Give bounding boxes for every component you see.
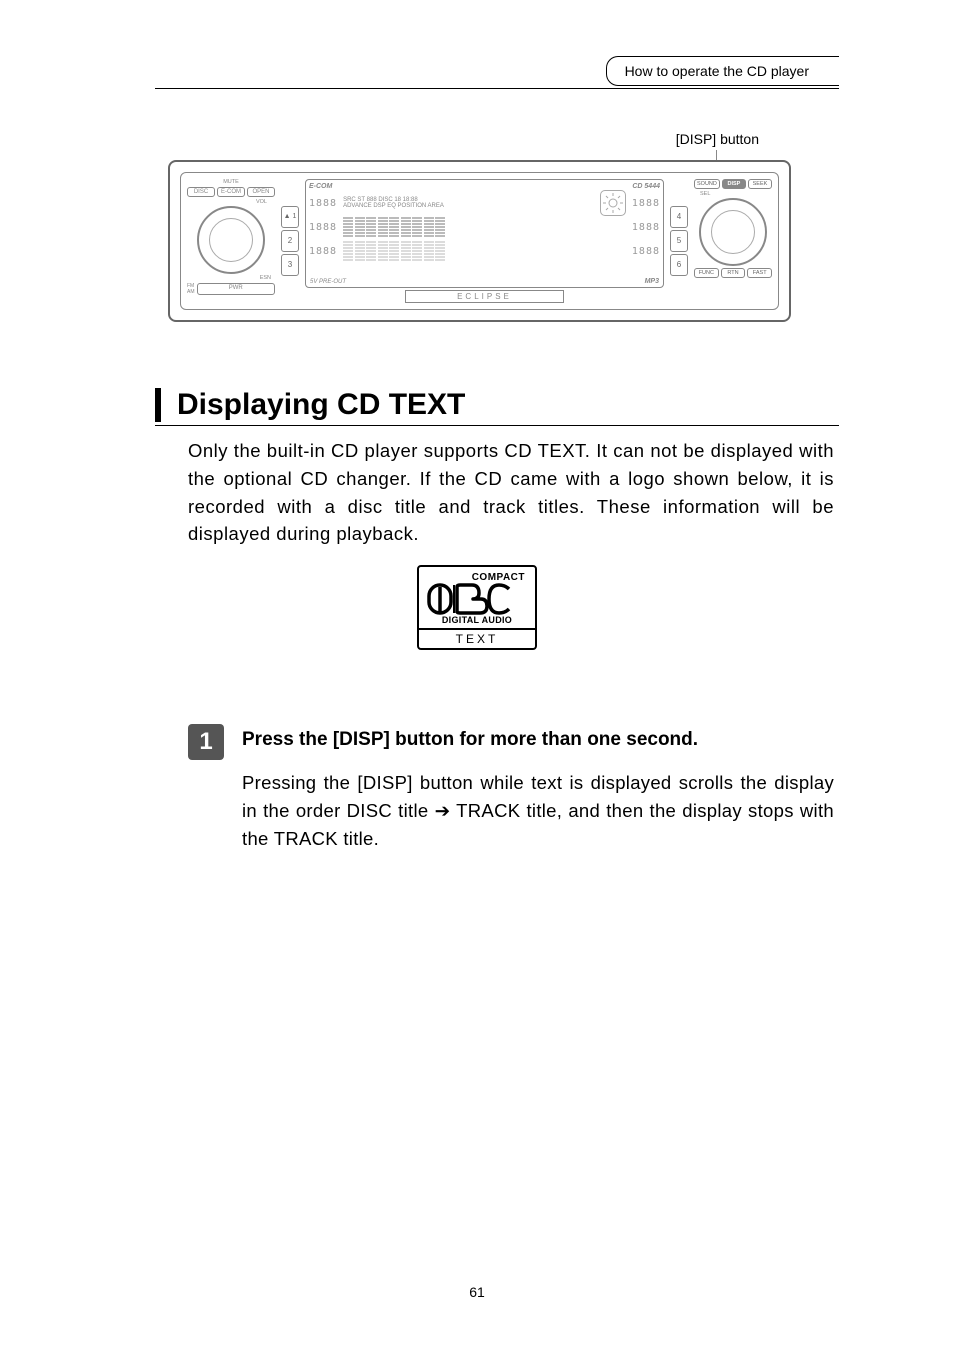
pwr-button[interactable]: PWR — [197, 283, 276, 295]
fast-button[interactable]: FAST — [747, 268, 772, 278]
digital-audio-label: DIGITAL AUDIO — [427, 615, 527, 625]
preout-label: 5V PRE-OUT — [310, 279, 346, 285]
preset-3-button[interactable]: 3 — [281, 254, 299, 276]
compact-label: COMPACT — [427, 572, 525, 583]
header-divider — [155, 88, 839, 89]
mute-label: MUTE — [187, 179, 275, 185]
lcd-row-1: 1888 SRC ST 888 DISC 18 18:88ADVANCE DSP… — [309, 192, 660, 214]
seg-1: 1888 — [309, 198, 337, 209]
left-bottom-row: FM AM PWR — [187, 283, 275, 295]
cd-text-logo: COMPACT DIGITAL AUDIO TEXT — [417, 565, 537, 650]
page-number: 61 — [469, 1284, 485, 1300]
seg-2: 1888 — [309, 222, 337, 233]
seg-4: 1888 — [632, 198, 660, 209]
device-illustration: MUTE DISC E-COM OPEN VOL ESN FM AM PWR — [168, 160, 791, 322]
brand-label: ECLIPSE — [405, 290, 564, 303]
sun-icon — [600, 190, 626, 216]
step-number: 1 — [188, 724, 224, 760]
preset-5-button[interactable]: 5 — [670, 230, 688, 252]
breadcrumb-text: How to operate the CD player — [625, 63, 809, 79]
section-header: Displaying CD TEXT — [155, 388, 839, 426]
middle-area: E-COM CD 5444 1888 SRC ST 888 DISC 18 18… — [305, 179, 664, 303]
seek-button[interactable]: SEEK — [748, 179, 772, 189]
left-button-row: DISC E-COM OPEN — [187, 187, 275, 197]
section-body: Only the built-in CD player supports CD … — [188, 437, 834, 548]
esn-label: ESN — [260, 275, 271, 281]
preset-4-button[interactable]: 4 — [670, 206, 688, 228]
preset-6-button[interactable]: 6 — [670, 254, 688, 276]
eject-button[interactable]: ▲ 1 — [281, 206, 299, 228]
volume-knob[interactable] — [197, 206, 265, 274]
step-title: Press the [DISP] button for more than on… — [242, 724, 834, 751]
num-col-right: 4 5 6 — [670, 179, 688, 303]
compact-disc-logo: COMPACT DIGITAL AUDIO TEXT — [417, 565, 537, 650]
lcd-model: CD 5444 — [632, 183, 660, 190]
func-button[interactable]: FUNC — [694, 268, 719, 278]
seg-5: 1888 — [632, 222, 660, 233]
preset-2-button[interactable]: 2 — [281, 230, 299, 252]
disc-button[interactable]: DISC — [187, 187, 215, 197]
num-col-left: ▲ 1 2 3 — [281, 179, 299, 303]
step-body: Pressing the [DISP] button while text is… — [242, 769, 834, 852]
lcd-row-2: 1888 1888 — [309, 216, 660, 238]
ecom-button[interactable]: E-COM — [217, 187, 245, 197]
right-top-row: SOUND DISP SEEK — [694, 179, 772, 189]
knob-inner-ring — [209, 218, 253, 262]
mp3-label: MP3 — [645, 278, 659, 285]
step-1-block: 1 Press the [DISP] button for more than … — [188, 724, 834, 852]
lcd-labels: SRC ST 888 DISC 18 18:88ADVANCE DSP EQ P… — [343, 197, 594, 209]
am-label: AM — [187, 289, 195, 295]
vol-label: VOL — [256, 199, 267, 205]
rtn-button[interactable]: RTN — [721, 268, 746, 278]
right-bottom-row: FUNC RTN FAST — [694, 268, 772, 278]
disc-icon — [427, 583, 527, 615]
right-control-panel: SOUND DISP SEEK SEL FUNC RTN FAST — [694, 179, 772, 303]
lcd-brand: E-COM — [309, 183, 332, 190]
step-content: Press the [DISP] button for more than on… — [242, 724, 834, 852]
open-button[interactable]: OPEN — [247, 187, 275, 197]
sel-label: SEL — [700, 191, 710, 197]
spectrum-analyzer — [343, 217, 626, 237]
title-underline — [155, 425, 839, 426]
seg-3: 1888 — [309, 246, 337, 257]
device-panel: MUTE DISC E-COM OPEN VOL ESN FM AM PWR — [180, 172, 779, 310]
sound-button[interactable]: SOUND — [694, 179, 720, 189]
lcd-row-3: 1888 1888 — [309, 240, 660, 262]
text-label: TEXT — [419, 628, 535, 648]
seg-6: 1888 — [632, 246, 660, 257]
select-knob[interactable] — [699, 198, 767, 266]
sel-knob-inner — [711, 210, 755, 254]
lcd-display: E-COM CD 5444 1888 SRC ST 888 DISC 18 18… — [305, 179, 664, 288]
section-title: Displaying CD TEXT — [155, 388, 839, 422]
spectrum-2 — [343, 241, 626, 261]
disp-button-annotation: [DISP] button — [676, 131, 759, 147]
arrow-icon: ➔ — [435, 800, 451, 821]
disp-button[interactable]: DISP — [722, 179, 746, 189]
left-control-panel: MUTE DISC E-COM OPEN VOL ESN FM AM PWR — [187, 179, 275, 303]
breadcrumb: How to operate the CD player — [606, 56, 839, 86]
